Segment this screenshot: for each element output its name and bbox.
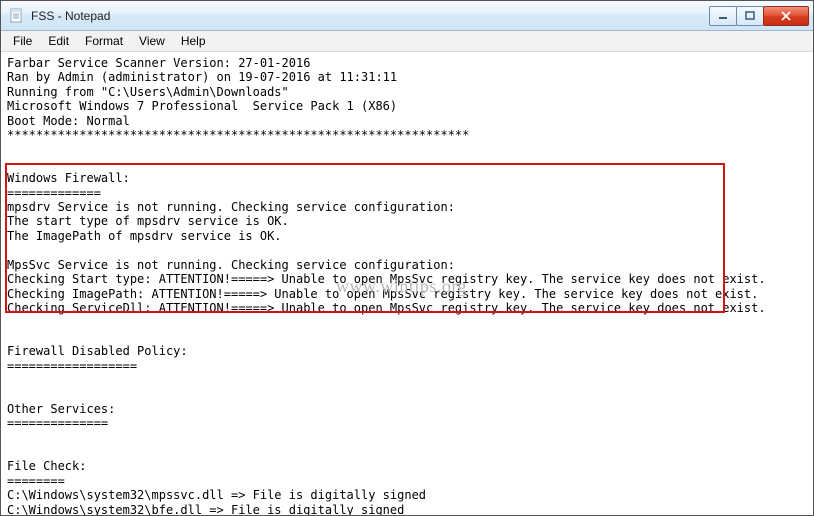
content-line: Boot Mode: Normal — [7, 114, 130, 128]
menu-view[interactable]: View — [131, 32, 173, 50]
menu-format[interactable]: Format — [77, 32, 131, 50]
titlebar[interactable]: FSS - Notepad — [1, 1, 813, 31]
content-line: Microsoft Windows 7 Professional Service… — [7, 99, 397, 113]
notepad-icon — [9, 8, 25, 24]
menu-edit[interactable]: Edit — [40, 32, 77, 50]
content-line: C:\Windows\system32\mpssvc.dll => File i… — [7, 488, 426, 502]
content-line: ================== — [7, 359, 137, 373]
content-line: Firewall Disabled Policy: — [7, 344, 188, 358]
content-line: Checking ImagePath: ATTENTION!=====> Una… — [7, 287, 758, 301]
content-line: C:\Windows\system32\bfe.dll => File is d… — [7, 503, 404, 515]
content-line: mpsdrv Service is not running. Checking … — [7, 200, 455, 214]
maximize-button[interactable] — [736, 6, 764, 26]
content-line: ============== — [7, 416, 108, 430]
content-line: The start type of mpsdrv service is OK. — [7, 214, 289, 228]
content-line: File Check: — [7, 459, 86, 473]
text-content[interactable]: Farbar Service Scanner Version: 27-01-20… — [1, 52, 813, 515]
content-line: Ran by Admin (administrator) on 19-07-20… — [7, 70, 397, 84]
content-line: The ImagePath of mpsdrv service is OK. — [7, 229, 282, 243]
content-line: Other Services: — [7, 402, 115, 416]
window-title: FSS - Notepad — [31, 9, 110, 23]
content-line: Farbar Service Scanner Version: 27-01-20… — [7, 56, 310, 70]
menu-help[interactable]: Help — [173, 32, 214, 50]
content-line: Checking ServiceDll: ATTENTION!=====> Un… — [7, 301, 766, 315]
minimize-icon — [718, 11, 728, 21]
content-line: ****************************************… — [7, 128, 469, 142]
close-icon — [780, 11, 792, 21]
content-line: MpsSvc Service is not running. Checking … — [7, 258, 455, 272]
content-line: Windows Firewall: — [7, 171, 130, 185]
window-controls — [710, 6, 809, 26]
content-line: Running from "C:\Users\Admin\Downloads" — [7, 85, 289, 99]
maximize-icon — [745, 11, 755, 21]
close-button[interactable] — [763, 6, 809, 26]
content-line: ======== — [7, 474, 65, 488]
content-line: Checking Start type: ATTENTION!=====> Un… — [7, 272, 766, 286]
menu-file[interactable]: File — [5, 32, 40, 50]
content-line: ============= — [7, 186, 101, 200]
menubar: File Edit Format View Help — [1, 31, 813, 52]
minimize-button[interactable] — [709, 6, 737, 26]
